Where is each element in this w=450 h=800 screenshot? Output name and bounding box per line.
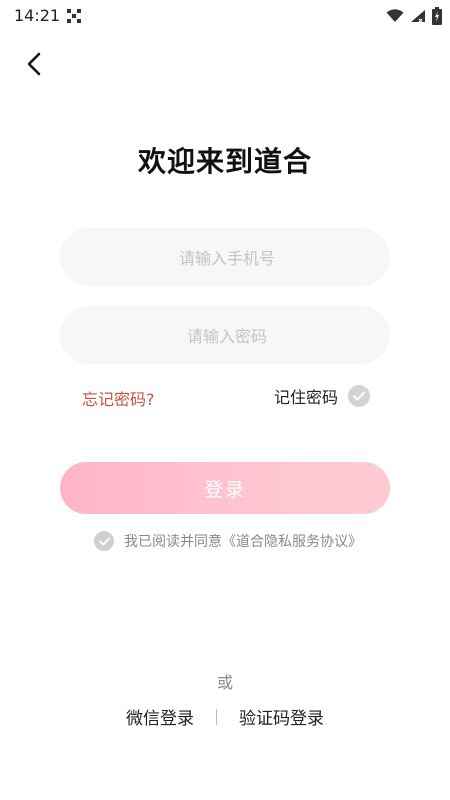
agreement-text: 我已阅读并同意《道合隐私服务协议》 [124,531,362,551]
agreement-prefix: 我已阅读并同意 [124,534,222,550]
status-icons [386,6,442,26]
status-time: 14:21 [14,6,61,25]
or-divider-text: 或 [216,673,233,692]
remember-password-label: 记住密码 [273,388,338,407]
check-icon [98,536,110,546]
battery-charging-icon [432,7,442,25]
password-input[interactable] [60,306,394,366]
remember-checkbox[interactable] [348,385,370,407]
page-title: 欢迎来到道合 [137,145,312,178]
wifi-icon [386,9,404,22]
agreement-checkbox[interactable] [94,531,114,551]
agreement-row: 我已阅读并同意《道合隐私服务协议》 [94,531,362,551]
status-bar: 14:21 [0,0,450,32]
chevron-left-icon [27,52,41,76]
back-button[interactable] [18,48,50,80]
login-screen: 14:21 欢迎来到道合 请输入手机号 忘记密码? 记住密码 登录 我已阅读并同… [0,0,450,800]
remember-password-toggle[interactable]: 记住密码 [274,384,370,408]
qr-code-icon [67,9,81,23]
login-button[interactable]: 登录 [60,462,390,514]
phone-field-container [60,228,394,288]
privacy-agreement-link[interactable]: 《道合隐私服务协议》 [222,534,362,550]
wechat-login-button[interactable]: 微信登录 [126,704,194,729]
alt-login-separator [216,708,217,725]
check-icon [353,391,365,401]
signal-icon [411,10,425,23]
code-login-button[interactable]: 验证码登录 [239,704,324,729]
password-field-container [60,306,394,366]
alternative-logins: 微信登录 验证码登录 [0,704,450,729]
phone-input[interactable] [60,228,394,288]
forgot-password-link[interactable]: 忘记密码? [82,386,155,410]
